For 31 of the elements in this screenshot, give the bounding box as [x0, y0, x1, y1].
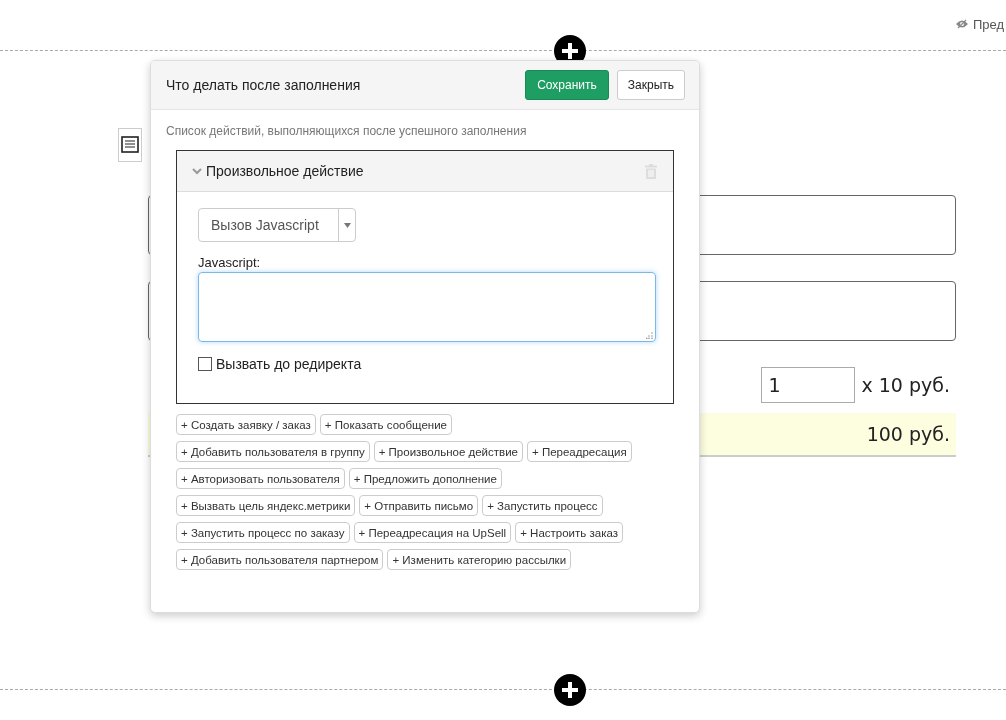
description-text: Список действий, выполняющихся после успешного заполнения [166, 124, 528, 138]
add-action-button[interactable]: + Показать сообщение [319, 414, 452, 435]
add-action-button[interactable]: + Изменить категорию рассылки [387, 549, 572, 570]
add-action-button[interactable]: + Переадресация [527, 441, 632, 462]
add-action-button[interactable]: + Настроить заказ [515, 522, 623, 543]
add-action-button[interactable]: + Отправить письмо [359, 495, 479, 516]
add-action-button[interactable]: + Добавить пользователя партнером [176, 549, 384, 570]
add-section-icon[interactable] [554, 674, 586, 706]
chevron-icon[interactable] [192, 167, 202, 175]
checkbox[interactable] [198, 357, 212, 371]
action-type-select[interactable]: Вызов Javascript [198, 208, 356, 242]
caret-icon [343, 222, 351, 228]
price-text: x 10 руб. [861, 374, 950, 396]
add-action-button[interactable]: + Запустить процесс [482, 495, 603, 516]
checkbox-label: Вызвать до редиректа [216, 356, 362, 372]
add-action-button[interactable]: + Предложить дополнение [348, 468, 502, 489]
add-action-button[interactable]: + Создать заявку / заказ [176, 414, 316, 435]
add-action-button[interactable]: + Произвольное действие [373, 441, 523, 462]
resize-grip-icon[interactable] [646, 332, 653, 339]
modal-title: Что делать после заполнения [166, 77, 362, 93]
form-icon[interactable] [118, 128, 142, 162]
field-label: Javascript: [198, 255, 262, 270]
quantity-field[interactable]: 1 [761, 367, 856, 403]
add-action-button[interactable]: + Добавить пользователя в группу [176, 441, 370, 462]
add-action-button[interactable]: + Запустить процесс по заказу [176, 522, 350, 543]
close-button[interactable]: Закрыть [616, 70, 685, 100]
add-action-button[interactable]: + Переадресация на UpSell [353, 522, 512, 543]
preview-link[interactable]: Пред [954, 16, 1004, 32]
add-action-button[interactable]: + Авторизовать пользователя [176, 468, 345, 489]
add-action-button[interactable]: + Вызвать цель яндекс.метрики [176, 495, 356, 516]
eye-icon [954, 19, 969, 29]
